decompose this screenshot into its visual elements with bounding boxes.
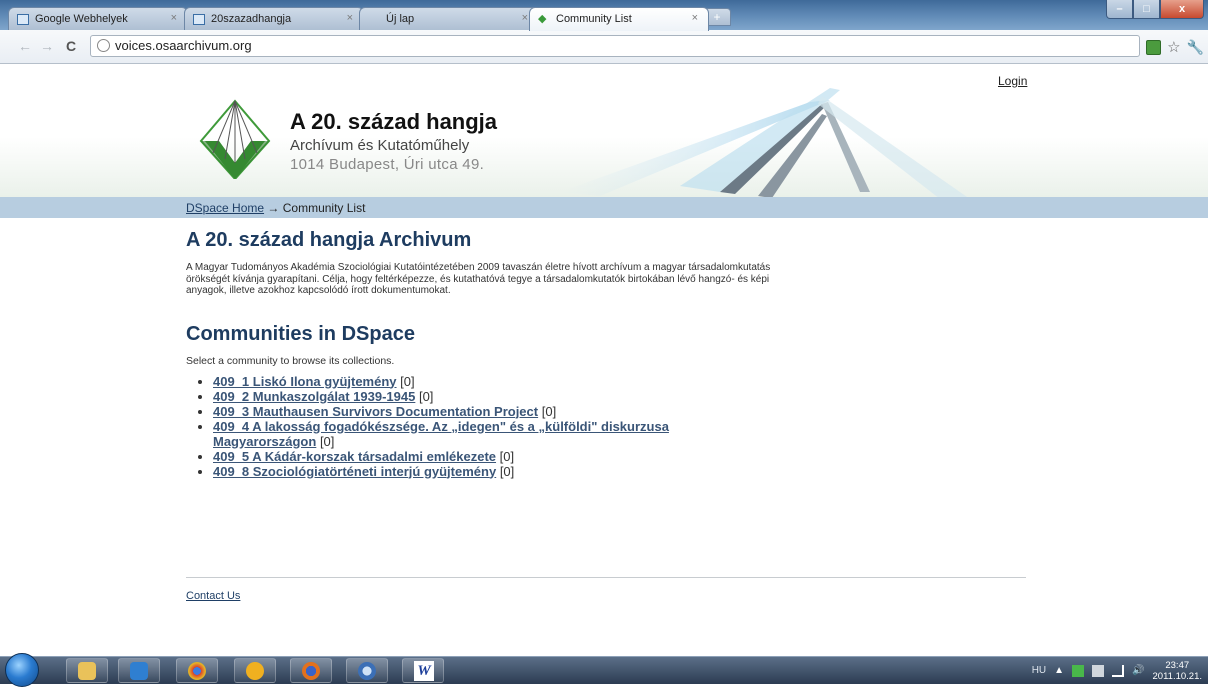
app-taskbar-button[interactable] [234,658,276,683]
address-bar[interactable]: voices.osaarchivum.org [90,35,1140,57]
main-content: A 20. század hangja Archivum A Magyar Tu… [186,229,1026,479]
close-window-button[interactable]: x [1160,0,1204,19]
folder-icon [78,662,96,680]
community-count: [0] [319,433,335,449]
tab-close-icon[interactable]: × [347,12,353,24]
list-item: 409_2 Munkaszolgálat 1939-1945 [0] [213,389,733,404]
wrench-icon[interactable]: 🔧 [1187,40,1204,55]
app-icon [246,662,264,680]
tab-title: Community List [556,13,632,25]
list-item: 409_5 A Kádár-korszak társadalmi emlékez… [213,449,733,464]
page-icon [17,14,29,25]
page-icon [193,14,205,25]
browser-toolbar: ← → C voices.osaarchivum.org ☆ 🔧 [0,30,1208,64]
breadcrumb-current: Community List [282,201,366,215]
site-header: A 20. század hangja Archívum és Kutatómű… [0,64,1208,199]
site-subtitle: Archívum és Kutatóműhely [290,137,470,154]
volume-icon[interactable]: 🔊 [1132,665,1144,676]
login-link[interactable]: Login [998,74,1027,88]
url-text: voices.osaarchivum.org [115,38,252,53]
tab-20szazadhangja[interactable]: 20szazadhangja × [184,7,364,30]
language-indicator[interactable]: HU [1032,665,1046,676]
back-icon[interactable]: ← [18,38,32,54]
decorative-rays [560,88,970,199]
breadcrumb-separator: → [267,201,280,215]
maximize-button[interactable]: □ [1133,0,1160,19]
community-count: [0] [400,373,415,389]
archive-description: A Magyar Tudományos Akadémia Szociológia… [186,262,771,296]
word-taskbar-button[interactable]: W [402,658,444,683]
network-icon[interactable] [1112,664,1125,677]
contact-us-link[interactable]: Contact Us [186,590,240,602]
community-count: [0] [541,403,557,419]
tab-new-tab[interactable]: Új lap × [359,7,539,30]
taskbar: W HU ▲ 🔊 23:47 2011.10.21. [0,653,1208,687]
list-item: 409_3 Mauthausen Survivors Documentation… [213,404,733,419]
mail-icon [358,662,376,680]
word-icon: W [414,661,434,681]
tray-app-icon[interactable] [1072,664,1085,677]
forward-icon[interactable]: → [40,38,54,54]
community-link[interactable]: 409_3 Mauthausen Survivors Documentation… [213,404,538,419]
minimize-button[interactable]: – [1106,0,1133,19]
start-button[interactable] [5,653,39,687]
communities-heading: Communities in DSpace [186,322,415,345]
dspace-icon: ◆ [538,13,547,25]
site-address: 1014 Budapest, Úri utca 49. [290,156,485,173]
media-player-taskbar-button[interactable] [118,658,160,683]
power-icon[interactable] [1092,664,1105,677]
chrome-icon [188,662,206,680]
tab-close-icon[interactable]: × [522,12,528,24]
community-count: [0] [418,388,434,404]
web-page: A 20. század hangja Archívum és Kutatómű… [0,64,1208,656]
extension-icon[interactable] [1146,40,1162,55]
bookmark-star-icon[interactable]: ☆ [1167,40,1180,55]
site-title: A 20. század hangja [290,109,498,134]
chrome-taskbar-button[interactable] [176,658,218,683]
tab-google-webhelyek[interactable]: Google Webhelyek × [8,7,188,30]
list-item: 409_4 A lakosság fogadókészsége. Az „ide… [213,419,733,449]
breadcrumb: DSpace Home → Community List [0,197,1208,218]
community-list: 409_1 Liskó Ilona gyüjtemény [0] 409_2 M… [186,374,1026,479]
tab-title: 20szazadhangja [211,13,292,25]
community-link[interactable]: 409_1 Liskó Ilona gyüjtemény [213,374,397,389]
communities-subtitle: Select a community to browse its collect… [186,354,395,367]
community-link[interactable]: 409_8 Szociológiatörténeti interjú gyüjt… [213,464,496,479]
browser-tabstrip: Google Webhelyek × 20szazadhangja × Új l… [0,0,1208,31]
firefox-icon [302,662,320,680]
system-tray: HU ▲ 🔊 23:47 2011.10.21. [1032,657,1202,684]
breadcrumb-home-link[interactable]: DSpace Home [186,201,264,215]
clock-time: 23:47 [1165,659,1190,671]
tab-title: Google Webhelyek [35,13,128,25]
toolbar-actions: ☆ 🔧 [1146,40,1204,55]
tab-close-icon[interactable]: × [692,12,698,24]
clock[interactable]: 23:47 2011.10.21. [1153,660,1202,682]
tab-community-list[interactable]: ◆ Community List × [529,7,709,31]
list-item: 409_8 Szociológiatörténeti interjú gyüjt… [213,464,733,479]
community-link[interactable]: 409_4 A lakosság fogadókészsége. Az „ide… [213,419,669,449]
thunderbird-taskbar-button[interactable] [346,658,388,683]
community-link[interactable]: 409_2 Munkaszolgálat 1939-1945 [213,389,415,404]
window-controls: – □ x [1106,0,1204,20]
page-title: A 20. század hangja Archivum [186,229,472,251]
community-count: [0] [499,448,515,464]
footer-divider [186,577,1026,578]
community-link[interactable]: 409_5 A Kádár-korszak társadalmi emlékez… [213,449,496,464]
explorer-taskbar-button[interactable] [66,658,108,683]
tab-title: Új lap [386,13,415,25]
list-item: 409_1 Liskó Ilona gyüjtemény [0] [213,374,733,389]
media-player-icon [130,662,148,680]
firefox-taskbar-button[interactable] [290,658,332,683]
tab-close-icon[interactable]: × [171,12,177,24]
community-count: [0] [499,463,515,479]
logo-icon [199,99,271,179]
show-hidden-icons-arrow[interactable]: ▲ [1054,665,1064,676]
reload-icon[interactable]: C [66,38,76,54]
clock-date: 2011.10.21. [1152,670,1202,682]
globe-icon [97,39,110,52]
